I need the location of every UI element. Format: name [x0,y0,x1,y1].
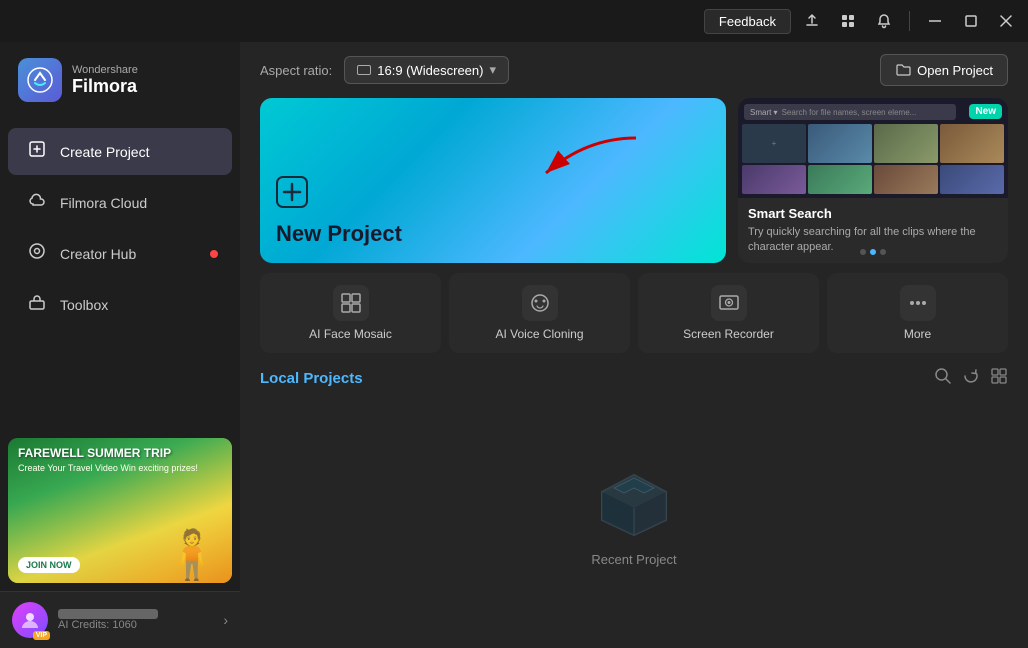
smart-search-card[interactable]: Smart ▾ Search for file names, screen el… [738,98,1008,263]
minimize-button[interactable] [920,6,950,36]
toolbox-icon [26,293,48,316]
sidebar-item-label-create: Create Project [60,144,149,160]
quick-action-label-recorder: Screen Recorder [683,327,774,341]
more-icon [900,285,936,321]
sidebar: Wondershare Filmora Create Project [0,42,240,648]
avatar: VIP [12,602,48,638]
content-area: Aspect ratio: 16:9 (Widescreen) ▾ Open P… [240,42,1028,648]
banner-join-button[interactable]: JOIN NOW [18,557,80,573]
vip-badge: VIP [33,631,50,640]
smart-search-placeholder: Search for file names, screen eleme... [782,108,917,117]
banner-text: FAREWELL SUMMER TRIP Create Your Travel … [18,446,222,473]
logo-area: Wondershare Filmora [0,42,240,118]
creator-hub-icon [26,242,48,265]
search-projects-icon[interactable] [934,367,952,390]
cards-row: New Project Smart ▾ Se [240,98,1028,263]
quick-action-ai-voice-cloning[interactable]: AI Voice Cloning [449,273,630,353]
open-project-button[interactable]: Open Project [880,54,1008,86]
thumb-add: + [742,124,806,163]
smart-card-preview: Smart ▾ Search for file names, screen el… [738,98,1008,198]
thumb-5 [808,165,872,195]
logo-text: Wondershare Filmora [72,64,138,97]
screen-recorder-icon [711,285,747,321]
sidebar-item-label-hub: Creator Hub [60,246,136,262]
folder-icon [895,62,911,78]
local-projects-header: Local Projects [260,367,1008,390]
quick-action-screen-recorder[interactable]: Screen Recorder [638,273,819,353]
sidebar-item-creator-hub[interactable]: Creator Hub [8,230,232,277]
quick-action-ai-face-mosaic[interactable]: AI Face Mosaic [260,273,441,353]
restore-button[interactable] [956,6,986,36]
banner-subtitle: Create Your Travel Video Win exciting pr… [18,463,222,473]
sidebar-item-create-project[interactable]: Create Project [8,128,232,175]
quick-actions-row: AI Face Mosaic AI Voice Cloning [240,263,1028,353]
dot-2 [870,249,876,255]
aspect-ratio-label: Aspect ratio: [260,63,332,78]
user-info: AI Credits: 1060 [58,609,213,631]
aspect-ratio-select[interactable]: 16:9 (Widescreen) ▾ [344,56,509,84]
ai-voice-cloning-icon [522,285,558,321]
sidebar-item-label-cloud: Filmora Cloud [60,195,147,211]
header-actions [934,367,1008,390]
user-name [58,609,158,619]
aspect-ratio-value: 16:9 (Widescreen) [377,63,483,78]
ai-face-mosaic-icon [333,285,369,321]
sidebar-item-filmora-cloud[interactable]: Filmora Cloud [8,179,232,226]
dot-3 [880,249,886,255]
new-project-title: New Project [276,221,710,247]
thumb-1 [808,124,872,163]
user-action-button[interactable]: › [223,612,228,628]
titlebar: Feedback [0,0,1028,42]
create-project-icon [26,140,48,163]
close-button[interactable] [992,7,1020,35]
app-logo-icon [18,58,62,102]
notification-dot [210,250,218,258]
sidebar-banner[interactable]: FAREWELL SUMMER TRIP Create Your Travel … [8,438,232,583]
upload-icon[interactable] [797,6,827,36]
local-projects-section: Local Projects [240,353,1028,648]
titlebar-separator [909,11,910,31]
user-credits: AI Credits: 1060 [58,619,213,631]
sidebar-user-area: VIP AI Credits: 1060 › [0,591,240,648]
thumb-4 [742,165,806,195]
thumb-3 [940,124,1004,163]
quick-action-label-more: More [904,327,931,341]
dot-1 [860,249,866,255]
new-project-card[interactable]: New Project [260,98,726,263]
grid-view-icon[interactable] [990,367,1008,390]
main-layout: Wondershare Filmora Create Project [0,42,1028,648]
open-project-label: Open Project [917,63,993,78]
quick-action-label-face: AI Face Mosaic [309,327,392,341]
smart-search-title: Smart Search [748,206,998,221]
local-projects-title: Local Projects [260,370,363,387]
refresh-projects-icon[interactable] [962,367,980,390]
quick-action-more[interactable]: More [827,273,1008,353]
bell-icon[interactable] [869,6,899,36]
feedback-button[interactable]: Feedback [704,9,791,34]
new-badge: New [969,104,1002,119]
quick-action-label-voice: AI Voice Cloning [495,327,583,341]
content-topbar: Aspect ratio: 16:9 (Widescreen) ▾ Open P… [240,42,1028,98]
thumb-7 [940,165,1004,195]
thumb-2 [874,124,938,163]
smart-search-bar: Smart ▾ Search for file names, screen el… [744,104,956,120]
banner-title: FAREWELL SUMMER TRIP [18,446,222,460]
filmora-cloud-icon [26,191,48,214]
empty-state-label: Recent Project [591,552,676,567]
sidebar-item-toolbox[interactable]: Toolbox [8,281,232,328]
brand-name-top: Wondershare [72,64,138,76]
smart-dropdown: Smart ▾ [750,108,778,117]
brand-name-bottom: Filmora [72,76,138,97]
banner-image: FAREWELL SUMMER TRIP Create Your Travel … [8,438,232,583]
empty-state: Recent Project [260,402,1008,634]
grid-icon[interactable] [833,6,863,36]
sidebar-nav: Create Project Filmora Cloud Creator [0,118,240,430]
sidebar-item-label-toolbox: Toolbox [60,297,108,313]
arrow-icon [526,128,646,188]
empty-box-icon [594,470,674,540]
carousel-dots [738,249,1008,255]
aspect-chevron-icon: ▾ [489,62,496,78]
thumb-6 [874,165,938,195]
